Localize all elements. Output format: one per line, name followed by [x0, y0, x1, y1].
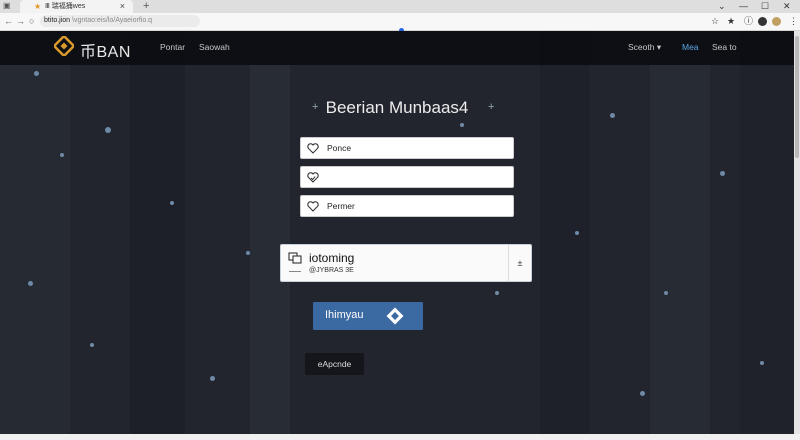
nav-link-sea-to[interactable]: Sea to [712, 42, 737, 52]
bg-dot [28, 281, 33, 286]
form-field-ponce[interactable]: Ponce [300, 137, 514, 159]
account-card[interactable]: iotoming @JYBRAS 3E ± [280, 244, 532, 282]
tab-strip: ▣ ★ Ⅲ 瑞福捅wes × + ⌄ — ☐ ✕ [0, 0, 800, 13]
web-page: 币BAN Pontar Saowah Sceoth ▾ Mea Sea to +… [0, 31, 794, 434]
minimize-icon[interactable]: — [739, 0, 748, 12]
tab-close-icon[interactable]: × [120, 1, 125, 11]
tab-list-chevron-icon[interactable]: ⌄ [718, 0, 726, 12]
info-icon[interactable]: ⓘ [744, 15, 753, 27]
address-input[interactable]: btito.jion \vgntao:eis/lo/Ayaeiorfio.q [40, 15, 200, 27]
reload-icon[interactable]: ○ [29, 15, 34, 27]
bg-dot [760, 361, 764, 365]
forward-icon[interactable]: → [16, 15, 25, 27]
page-title: Beerian Munbaas4 [325, 98, 469, 117]
bg-dot [170, 201, 174, 205]
form-field-empty[interactable] [300, 166, 514, 188]
bg-dot [210, 376, 215, 381]
secondary-button[interactable]: eApcnde [305, 353, 364, 375]
copy-icon [288, 252, 302, 264]
maximize-icon[interactable]: ☐ [761, 0, 769, 12]
bg-dot [640, 391, 645, 396]
close-window-icon[interactable]: ✕ [783, 0, 791, 12]
site-navbar: 币BAN Pontar Saowah Sceoth ▾ Mea Sea to [0, 31, 794, 65]
scrollbar-thumb[interactable] [795, 36, 799, 158]
tab-title: Ⅲ 瑞福捅wes [45, 3, 86, 10]
card-subtitle: @JYBRAS 3E [309, 267, 354, 274]
card-action-button[interactable]: ± [508, 245, 531, 281]
tab-search-icon[interactable]: ▣ [3, 0, 11, 12]
form-field-permer[interactable]: Permer [300, 195, 514, 217]
bg-dot [575, 231, 579, 235]
bg-dot [460, 123, 464, 127]
diamond-logo-icon [386, 307, 404, 325]
card-title: iotoming [309, 251, 355, 265]
browser-tab[interactable]: ★ Ⅲ 瑞福捅wes × [20, 0, 133, 13]
bg-dot [664, 291, 668, 295]
field-value: Ponce [327, 143, 352, 153]
profile-avatar[interactable] [758, 17, 767, 26]
bg-stripe [250, 31, 290, 434]
brand-name[interactable]: 币BAN [80, 38, 131, 62]
heart-icon [307, 143, 319, 154]
menu-dots-icon[interactable]: ⋮ [789, 15, 798, 27]
bg-stripe [130, 31, 185, 434]
bg-dot [90, 343, 94, 347]
primary-button[interactable]: Ihimyau [313, 302, 423, 330]
bg-stripe [650, 31, 710, 434]
address-path: \vgntao:eis/lo/Ayaeiorfio.q [72, 17, 153, 24]
nav-link-pontar[interactable]: Pontar [160, 42, 185, 52]
bg-dot [246, 251, 250, 255]
status-bar [0, 434, 800, 440]
heart-check-icon [307, 172, 319, 183]
primary-button-label: Ihimyau [325, 309, 364, 321]
star-icon[interactable]: ☆ [711, 15, 719, 27]
bg-stripe [0, 31, 70, 434]
nav-search-dropdown[interactable]: Sceoth ▾ [628, 42, 661, 53]
heart-icon [307, 201, 319, 212]
extension-icon[interactable] [772, 17, 781, 26]
favicon-star-icon: ★ [34, 2, 42, 11]
chevron-down-icon: ▾ [656, 42, 662, 52]
card-divider [289, 271, 301, 272]
nav-link-saowah[interactable]: Saowah [199, 42, 230, 52]
sparkle-icon: + [488, 101, 495, 113]
pin-icon[interactable]: ★ [727, 15, 735, 27]
bg-stripe [740, 31, 794, 434]
bg-dot [60, 153, 64, 157]
bg-dot [720, 171, 725, 176]
address-host: btito.jion [44, 17, 71, 24]
field-value: Permer [327, 201, 355, 211]
nav-link-mea[interactable]: Mea [682, 42, 699, 52]
bg-dot [495, 291, 499, 295]
nav-search-label: Sceoth [628, 42, 655, 52]
brand-logo-icon[interactable] [54, 36, 74, 56]
bg-stripe [540, 31, 590, 434]
new-tab-button[interactable]: + [143, 0, 149, 12]
bg-dot [105, 127, 111, 133]
back-icon[interactable]: ← [4, 15, 13, 27]
bg-dot [34, 71, 39, 76]
